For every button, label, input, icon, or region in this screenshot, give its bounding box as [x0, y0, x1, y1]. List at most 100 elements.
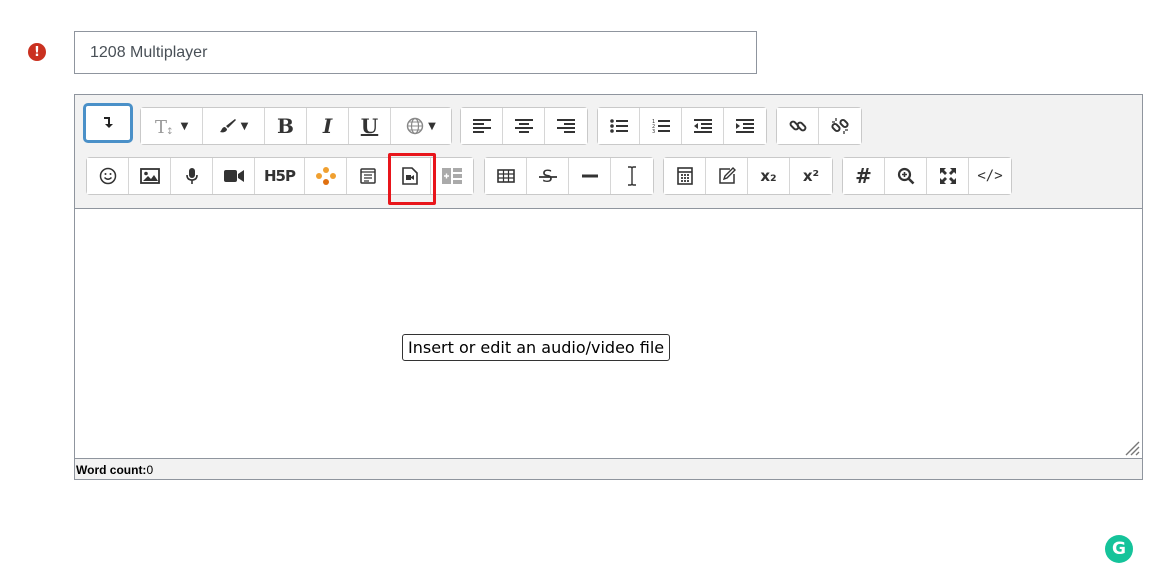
strikethrough-icon: S [538, 167, 557, 185]
ordered-list-button[interactable]: 123 [640, 108, 682, 144]
file-video-icon [401, 167, 418, 185]
edit-button[interactable] [706, 158, 748, 194]
emoji-button[interactable] [87, 158, 129, 194]
link-icon [789, 120, 806, 132]
grammarly-label: G [1112, 539, 1126, 559]
video-camera-icon [223, 170, 244, 182]
image-button[interactable] [129, 158, 171, 194]
horizontal-rule-button[interactable] [569, 158, 611, 194]
italic-icon: I [322, 114, 333, 138]
rich-text-editor: T ↕ ▼ ▼ B I U ▼ 1 2 3 H5P S x₂ x² # </> … [74, 94, 1143, 563]
text-style-icon: T↕ [155, 117, 174, 135]
toolbar-group-lists: 123 [597, 107, 767, 145]
align-center-button[interactable] [503, 108, 545, 144]
ordered-list-icon: 123 [652, 119, 670, 134]
subscript-icon: x₂ [760, 167, 777, 185]
align-right-icon [557, 119, 575, 133]
molecule-button[interactable] [305, 158, 347, 194]
grammarly-icon[interactable]: G [1105, 535, 1133, 563]
toolbar-group-style: T ↕ ▼ ▼ B I U ▼ [140, 107, 452, 145]
unordered-list-button[interactable] [598, 108, 640, 144]
toolbar-group-collapse [83, 103, 133, 143]
microphone-icon [185, 168, 198, 184]
indent-button[interactable] [724, 108, 766, 144]
expand-icon [939, 168, 956, 184]
resize-handle-icon[interactable] [1120, 436, 1140, 456]
smiley-icon [99, 167, 116, 185]
fullscreen-button[interactable] [927, 158, 969, 194]
accessibility-checker-button[interactable] [885, 158, 927, 194]
underline-icon: U [360, 114, 379, 138]
table-icon [496, 169, 515, 183]
hashtag-icon: # [855, 164, 872, 188]
bold-icon: B [277, 114, 294, 138]
align-left-button[interactable] [461, 108, 503, 144]
toolbar-group-misc: # </> [842, 157, 1012, 195]
image-icon [139, 168, 160, 184]
word-count-value: 0 [146, 463, 154, 477]
horizontal-rule-icon [581, 174, 598, 178]
arrow-down-icon [104, 117, 113, 128]
svg-text:↕: ↕ [166, 127, 174, 135]
bold-button[interactable]: B [265, 108, 307, 144]
record-video-button[interactable] [213, 158, 255, 194]
strikethrough-button[interactable]: S [527, 158, 569, 194]
italic-button[interactable]: I [307, 108, 349, 144]
superscript-button[interactable]: x² [790, 158, 832, 194]
title-input[interactable] [74, 31, 757, 74]
globe-icon [406, 117, 424, 135]
outdent-icon [693, 119, 712, 133]
toolbar-group-tools: x₂ x² [663, 157, 833, 195]
html-button[interactable]: </> [969, 158, 1011, 194]
superscript-icon: x² [802, 167, 820, 185]
toolbar-group-links [776, 107, 862, 145]
equation-button[interactable] [664, 158, 706, 194]
table-button[interactable] [485, 158, 527, 194]
font-color-button[interactable]: ▼ [203, 108, 265, 144]
media-button-tooltip: Insert or edit an audio/video file [402, 334, 671, 361]
language-button[interactable]: ▼ [391, 108, 451, 144]
code-icon: </> [977, 168, 1003, 184]
align-right-button[interactable] [545, 108, 587, 144]
collapse-toolbar-button[interactable] [83, 103, 133, 143]
pencil-square-icon [718, 167, 736, 184]
manage-files-button[interactable] [347, 158, 389, 194]
editor-content-area[interactable]: Insert or edit an audio/video file G [75, 208, 1142, 563]
media-button[interactable] [389, 158, 431, 194]
chevron-down-icon: ▼ [428, 120, 436, 132]
h5p-button[interactable]: H5P [255, 158, 305, 194]
word-count-label: Word count: [76, 463, 147, 477]
text-cursor-icon [628, 166, 636, 186]
cursor-button[interactable] [611, 158, 653, 194]
subscript-button[interactable]: x₂ [748, 158, 790, 194]
text-style-button[interactable]: T ↕ ▼ [141, 108, 203, 144]
outdent-button[interactable] [682, 108, 724, 144]
link-button[interactable] [777, 108, 819, 144]
indent-icon [736, 119, 754, 133]
zoom-icon [897, 167, 914, 185]
svg-text:3: 3 [652, 129, 655, 134]
toolbar-group-insert: H5P [86, 157, 474, 195]
hashtag-button[interactable]: # [843, 158, 885, 194]
required-error-icon: ! [28, 43, 46, 61]
molecule-icon [315, 167, 336, 185]
h5p-icon: H5P [264, 167, 296, 185]
align-center-icon [514, 119, 533, 133]
toolbar-group-format: S [484, 157, 654, 195]
chevron-down-icon: ▼ [240, 120, 249, 132]
unlink-button[interactable] [819, 108, 861, 144]
align-left-icon [472, 119, 491, 133]
svg-text:S: S [542, 167, 553, 185]
chevron-down-icon: ▼ [180, 120, 189, 132]
toolbar-group-align [460, 107, 588, 145]
record-audio-button[interactable] [171, 158, 213, 194]
files-icon [359, 168, 376, 184]
editor-toolbar: T ↕ ▼ ▼ B I U ▼ 1 2 3 H5P S x₂ x² # </> [75, 95, 1142, 208]
editor-status-bar: Word count:0 [75, 458, 1142, 479]
widget-icon [442, 168, 462, 184]
underline-button[interactable]: U [349, 108, 391, 144]
unlink-icon [831, 118, 849, 134]
unordered-list-icon [609, 119, 628, 133]
widget-button[interactable] [431, 158, 473, 194]
calculator-icon [676, 167, 693, 185]
